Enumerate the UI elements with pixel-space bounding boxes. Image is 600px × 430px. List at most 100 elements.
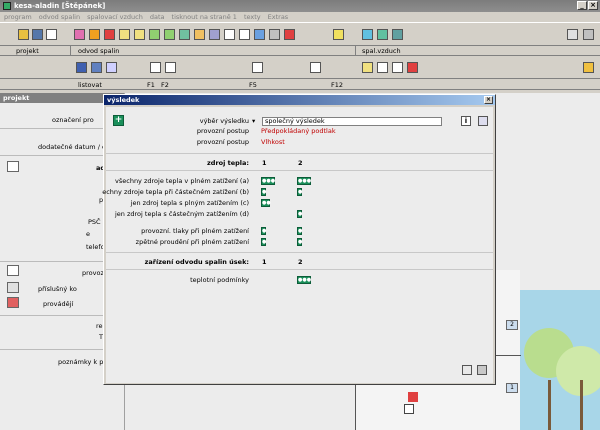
info-icon[interactable] — [252, 62, 263, 73]
menu-data[interactable]: data — [150, 13, 165, 21]
tool-blue-icon[interactable] — [254, 29, 265, 40]
hash-icon[interactable] — [134, 29, 145, 40]
key-f12: F12 — [331, 81, 344, 89]
zar-col1-header: 1 — [262, 258, 267, 266]
tool-yellow-icon[interactable] — [194, 29, 205, 40]
open-folder-icon[interactable] — [18, 29, 29, 40]
result-b1-badge[interactable]: ● — [261, 188, 266, 196]
menu-odvod-spalin[interactable]: odvod spalin — [39, 13, 80, 21]
warning-icon[interactable] — [310, 62, 321, 73]
tool-pink-icon[interactable] — [74, 29, 85, 40]
key-listovat: listovat — [78, 81, 102, 89]
menu-program[interactable]: program — [4, 13, 32, 21]
projekt-item-psc: PSČ — [88, 218, 101, 226]
tool-layout-icon[interactable] — [377, 29, 388, 40]
print-icon[interactable] — [583, 29, 594, 40]
col2-header: 2 — [298, 159, 303, 167]
new-document-icon[interactable] — [46, 29, 57, 40]
copy-icon[interactable] — [269, 29, 280, 40]
dialog-document-icon[interactable] — [462, 365, 472, 375]
result-tlaky2-badge[interactable]: ● — [297, 227, 302, 235]
air-tool-4-icon[interactable] — [407, 62, 418, 73]
floor-badge-1: 1 — [506, 383, 518, 393]
tool-plus-icon[interactable] — [164, 29, 175, 40]
result-c1-badge[interactable]: ●● — [261, 199, 271, 207]
provoz1-value: Předpokládaný podtlak — [261, 127, 336, 135]
dialog-close-button[interactable]: × — [484, 96, 493, 104]
question-icon[interactable] — [150, 62, 161, 73]
palette-icon[interactable] — [583, 62, 594, 73]
row-d-label: jen zdroj tepla s částečným zatížením (d… — [115, 210, 249, 218]
projekt-item-re: re — [96, 322, 103, 330]
heater-icon[interactable] — [408, 392, 418, 402]
menu-tisknout[interactable]: tisknout na straně 1 — [172, 13, 237, 21]
dialog-titlebar: výsledek × — [104, 95, 495, 105]
return-icon[interactable] — [106, 62, 117, 73]
section-header-row: projekt odvod spalin spal.vzduch — [0, 46, 600, 56]
tool-red2-icon[interactable] — [284, 29, 295, 40]
tree-trunk-2 — [580, 380, 583, 430]
menu-extras[interactable]: Extras — [268, 13, 289, 21]
tool-device-icon[interactable] — [392, 29, 403, 40]
tool-green-icon[interactable] — [149, 29, 160, 40]
air-tool-2-icon[interactable] — [377, 62, 388, 73]
zdroj-label: zdroj tepla: — [207, 159, 249, 167]
key-f1: F1 — [147, 81, 155, 89]
next-icon[interactable] — [91, 62, 102, 73]
result-zpetne2-badge[interactable]: ● — [297, 238, 302, 246]
row-c-label: jen zdroj tepla s plným zatížením (c) — [130, 199, 249, 207]
tool-cyan-icon[interactable] — [362, 29, 373, 40]
result-zpetne1-badge[interactable]: ● — [261, 238, 266, 246]
projekt-item-datum: dodatečné datum / o — [38, 143, 106, 151]
dialog-print-icon[interactable] — [477, 365, 487, 375]
result-a2-badge[interactable]: ●●● — [297, 177, 311, 185]
tool-purple-icon[interactable] — [209, 29, 220, 40]
dropdown-icon[interactable] — [165, 62, 176, 73]
house-icon[interactable] — [7, 265, 19, 276]
chevron-down-icon[interactable]: ▾ — [252, 117, 255, 125]
vyber-select[interactable]: společný výsledek — [262, 117, 442, 126]
key-hints-row: listovat F1 F2 F5 F12 — [0, 79, 600, 90]
chimney-icon[interactable] — [239, 29, 250, 40]
contractor-icon[interactable] — [7, 297, 19, 308]
chimney-sweep-icon[interactable] — [7, 282, 19, 293]
help-icon[interactable] — [333, 29, 344, 40]
app-icon — [3, 2, 11, 10]
minimize-button[interactable]: _ — [577, 1, 587, 10]
close-window-button[interactable]: × — [588, 1, 598, 10]
document-icon[interactable] — [567, 29, 578, 40]
teplotni-label: teplotní podmínky — [190, 276, 249, 284]
add-icon[interactable]: + — [113, 115, 124, 126]
tool-red-icon[interactable] — [104, 29, 115, 40]
boiler-icon[interactable] — [404, 404, 414, 414]
projekt-item-provadeji: provádějí — [43, 300, 74, 308]
dialog-title: výsledek — [107, 96, 140, 104]
tool-orange-icon[interactable] — [89, 29, 100, 40]
result-teplotni-badge[interactable]: ●●● — [297, 276, 311, 284]
dialog-info-icon[interactable]: i — [461, 116, 471, 126]
prev-icon[interactable] — [76, 62, 87, 73]
grid-icon[interactable] — [119, 29, 130, 40]
vyber-label: výběr výsledku — [199, 117, 249, 125]
result-tlaky1-badge[interactable]: ● — [261, 227, 266, 235]
result-d2-badge[interactable]: ● — [297, 210, 302, 218]
result-b2-badge[interactable]: ● — [297, 188, 302, 196]
window-titlebar: kesa-aladin [Štěpánek] _ × — [0, 0, 600, 12]
save-icon[interactable] — [32, 29, 43, 40]
sort-icon[interactable] — [478, 116, 488, 126]
air-tool-3-icon[interactable] — [392, 62, 403, 73]
menu-spalovaci-vzduch[interactable]: spalovací vzduch — [87, 13, 143, 21]
address-card-icon[interactable] — [7, 161, 19, 172]
provoz2-value: Vlhkost — [261, 138, 285, 146]
projekt-item-prislusny: příslušný ko — [38, 285, 77, 293]
provoz1-label: provozní postup — [196, 127, 249, 135]
zarizeni-label: zařízení odvodu spalin úsek: — [144, 258, 249, 266]
tree-trunk — [548, 380, 551, 430]
result-a1-badge[interactable]: ●●● — [261, 177, 275, 185]
tool-teal-icon[interactable] — [179, 29, 190, 40]
menubar: program odvod spalin spalovací vzduch da… — [0, 12, 600, 23]
air-tool-1-icon[interactable] — [362, 62, 373, 73]
menu-texty[interactable]: texty — [244, 13, 261, 21]
section-spal-vzduch: spal.vzduch — [362, 47, 401, 55]
pipe-icon[interactable] — [224, 29, 235, 40]
